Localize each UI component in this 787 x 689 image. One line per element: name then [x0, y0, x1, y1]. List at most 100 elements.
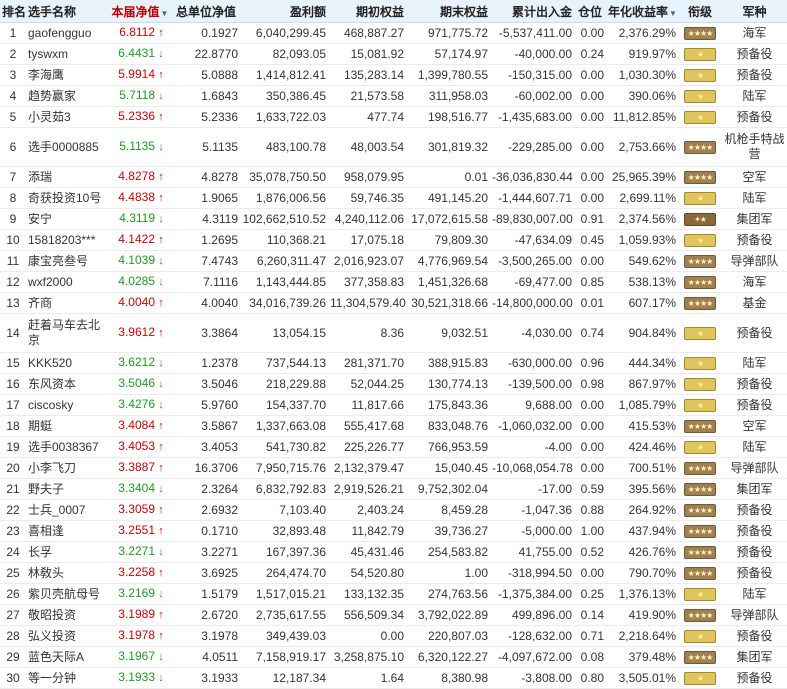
- player-name-link[interactable]: 东风资本: [26, 373, 108, 395]
- col-begin-equity[interactable]: 期初权益: [328, 0, 406, 23]
- player-name-link[interactable]: KKK520: [26, 352, 108, 374]
- player-name-link[interactable]: 康宝亮叁号: [26, 250, 108, 272]
- col-cum-inout[interactable]: 累计出入金: [490, 0, 574, 23]
- table-row[interactable]: 12 wxf2000 4.0285 ↓ 7.1116 1,143,444.85 377,35…: [0, 271, 787, 293]
- player-name-link[interactable]: 蓝色天际A: [26, 646, 108, 668]
- arrow-up-icon: ↑: [158, 441, 164, 453]
- table-row[interactable]: 29 蓝色天际A 3.1967 ↓ 4.0511 7,158,919.17 3,258,87…: [0, 646, 787, 668]
- table-row[interactable]: 3 李海鹰 5.9914 ↑ 5.0888 1,414,812.41 135,283.14 1…: [0, 64, 787, 86]
- table-row[interactable]: 23 喜相逢 3.2551 ↑ 0.1710 32,893.48 11,842.79 39,7…: [0, 520, 787, 542]
- player-name-link[interactable]: 趋势赢家: [26, 85, 108, 107]
- col-profit[interactable]: 盈利额: [240, 0, 328, 23]
- col-rank[interactable]: 排名: [0, 0, 26, 23]
- table-row[interactable]: 5 小灵茹3 5.2336 ↑ 5.2336 1,633,722.03 477.74 198,…: [0, 106, 787, 128]
- rank-cell: 3: [0, 64, 26, 86]
- player-name-link[interactable]: tyswxm: [26, 43, 108, 65]
- table-row[interactable]: 25 林敎头 3.2258 ↑ 3.6925 264,474.70 54,520.80 1.0…: [0, 562, 787, 584]
- table-row[interactable]: 17 ciscosky 3.4276 ↓ 5.9760 154,337.70 11,817.…: [0, 394, 787, 416]
- table-row[interactable]: 10 15818203*** 4.1422 ↑ 1.2695 110,368.21 17,0…: [0, 229, 787, 251]
- player-name-link[interactable]: 小李飞刀: [26, 457, 108, 479]
- begin-equity-cell: 281,371.70: [328, 352, 406, 374]
- table-row[interactable]: 30 等一分钟 3.1933 ↓ 3.1933 12,187.34 1.64 8,380.98…: [0, 667, 787, 689]
- player-name-link[interactable]: 选手0000885: [26, 127, 108, 167]
- table-row[interactable]: 2 tyswxm 6.4431 ↓ 22.8770 82,093.05 15,081.92 5…: [0, 43, 787, 65]
- table-row[interactable]: 21 野夫子 3.3404 ↓ 2.3264 6,832,792.83 2,919,526.…: [0, 478, 787, 500]
- cum-inout-cell: -318,994.50: [490, 562, 574, 584]
- col-name[interactable]: 选手名称: [26, 0, 108, 23]
- position-cell: 0.80: [574, 667, 606, 689]
- end-equity-cell: 0.01: [406, 166, 490, 188]
- end-equity-cell: 8,459.28: [406, 499, 490, 521]
- position-cell: 0.59: [574, 478, 606, 500]
- table-row[interactable]: 15 KKK520 3.6212 ↓ 1.2378 737,544.13 281,371.7…: [0, 352, 787, 374]
- player-name-link[interactable]: 齐商: [26, 292, 108, 314]
- player-name-link[interactable]: wxf2000: [26, 271, 108, 293]
- player-name-link[interactable]: 选手0038367: [26, 436, 108, 458]
- col-position[interactable]: 仓位: [574, 0, 606, 23]
- rank-cell: 8: [0, 187, 26, 209]
- cum-inout-cell: -69,477.00: [490, 271, 574, 293]
- col-annual[interactable]: 年化收益率▼: [606, 0, 678, 23]
- table-row[interactable]: 26 紫贝壳航母号 3.2169 ↓ 1.5179 1,517,015.21 133,132…: [0, 583, 787, 605]
- table-row[interactable]: 28 弘义投资 3.1978 ↑ 3.1978 349,439.03 0.00 220,807…: [0, 625, 787, 647]
- player-name-link[interactable]: 野夫子: [26, 478, 108, 500]
- annual-return-cell: 424.46%: [606, 436, 678, 458]
- player-name-link[interactable]: 林敎头: [26, 562, 108, 584]
- table-row[interactable]: 20 小李飞刀 3.3887 ↑ 16.3706 7,950,715.76 2,132,37…: [0, 457, 787, 479]
- col-rank-title: 衔级: [678, 0, 722, 23]
- military-rank-badge-icon: ★★★★: [684, 545, 716, 559]
- military-rank-badge-icon: ★: [684, 326, 716, 340]
- player-name-link[interactable]: 紫贝壳航母号: [26, 583, 108, 605]
- player-name-link[interactable]: 15818203***: [26, 229, 108, 251]
- player-name-link[interactable]: 李海鹰: [26, 64, 108, 86]
- rank-cell: 19: [0, 436, 26, 458]
- table-row[interactable]: 24 长孚 3.2271 ↓ 3.2271 167,397.36 45,431.46 254,…: [0, 541, 787, 563]
- player-name-link[interactable]: 添瑞: [26, 166, 108, 188]
- nav-value: 3.1933: [118, 670, 155, 684]
- nav-cell: 3.2551 ↑: [108, 520, 172, 542]
- player-name-link[interactable]: 安宁: [26, 208, 108, 230]
- table-row[interactable]: 8 奇获投资10号 4.4838 ↑ 1.9065 1,876,006.56 59,746.…: [0, 187, 787, 209]
- branch-cell: 预备役: [722, 667, 787, 689]
- position-cell: 0.24: [574, 43, 606, 65]
- table-row[interactable]: 27 敬昭投资 3.1989 ↑ 2.6720 2,735,617.55 556,509.3…: [0, 604, 787, 626]
- player-name-link[interactable]: 长孚: [26, 541, 108, 563]
- table-row[interactable]: 16 东风资本 3.5046 ↓ 3.5046 218,229.88 52,044.25 13…: [0, 373, 787, 395]
- table-row[interactable]: 11 康宝亮叁号 4.1039 ↓ 7.4743 6,260,311.47 2,016,92…: [0, 250, 787, 272]
- table-row[interactable]: 19 选手0038367 3.4053 ↑ 3.4053 541,730.82 225,22…: [0, 436, 787, 458]
- position-cell: 0.00: [574, 457, 606, 479]
- player-name-link[interactable]: 小灵茹3: [26, 106, 108, 128]
- branch-cell: 导弹部队: [722, 604, 787, 626]
- table-row[interactable]: 13 齐商 4.0040 ↑ 4.0040 34,016,739.26 11,304,579…: [0, 292, 787, 314]
- rank-badge-cell: ★: [678, 373, 722, 395]
- table-row[interactable]: 7 添瑞 4.8278 ↑ 4.8278 35,078,750.50 958,079.95 0…: [0, 166, 787, 188]
- table-row[interactable]: 9 安宁 4.3119 ↓ 4.3119 102,662,510.52 4,240,112.…: [0, 208, 787, 230]
- table-row[interactable]: 4 趋势赢家 5.7118 ↓ 1.6843 350,386.45 21,573.58 311…: [0, 85, 787, 107]
- military-rank-badge-icon: ★★★★: [684, 140, 716, 154]
- player-name-link[interactable]: 期蜓: [26, 415, 108, 437]
- player-name-link[interactable]: 赶着马车去北京: [26, 313, 108, 353]
- table-row[interactable]: 14 赶着马车去北京 3.9612 ↑ 3.3864 13,054.15 8.36 9,032…: [0, 313, 787, 353]
- col-nav[interactable]: 本届净值▼: [108, 0, 172, 23]
- military-rank-badge-icon: ★: [684, 89, 716, 103]
- player-name-link[interactable]: 等一分钟: [26, 667, 108, 689]
- player-name-link[interactable]: 喜相逢: [26, 520, 108, 542]
- table-row[interactable]: 1 gaofengguo 6.8112 ↑ 0.1927 6,040,299.45 468,…: [0, 22, 787, 44]
- player-name-link[interactable]: ciscosky: [26, 394, 108, 416]
- table-row[interactable]: 6 选手0000885 5.1135 ↓ 5.1135 483,100.78 48,003.…: [0, 127, 787, 167]
- player-name-link[interactable]: 奇获投资10号: [26, 187, 108, 209]
- col-end-equity[interactable]: 期末权益: [406, 0, 490, 23]
- player-name-link[interactable]: 弘义投资: [26, 625, 108, 647]
- col-unit-nav[interactable]: 总单位净值: [172, 0, 240, 23]
- profit-cell: 154,337.70: [240, 394, 328, 416]
- table-row[interactable]: 22 士兵_0007 3.3059 ↑ 2.6932 7,103.40 2,403.24 8,…: [0, 499, 787, 521]
- arrow-down-icon: ↓: [158, 588, 164, 600]
- player-name-link[interactable]: gaofengguo: [26, 22, 108, 44]
- arrow-down-icon: ↓: [158, 672, 164, 684]
- branch-cell: 预备役: [722, 499, 787, 521]
- player-name-link[interactable]: 敬昭投资: [26, 604, 108, 626]
- cum-inout-cell: -10,068,054.78: [490, 457, 574, 479]
- player-name-link[interactable]: 士兵_0007: [26, 499, 108, 521]
- position-cell: 0.96: [574, 352, 606, 374]
- table-row[interactable]: 18 期蜓 3.4084 ↑ 3.5867 1,337,663.08 555,417.68 8…: [0, 415, 787, 437]
